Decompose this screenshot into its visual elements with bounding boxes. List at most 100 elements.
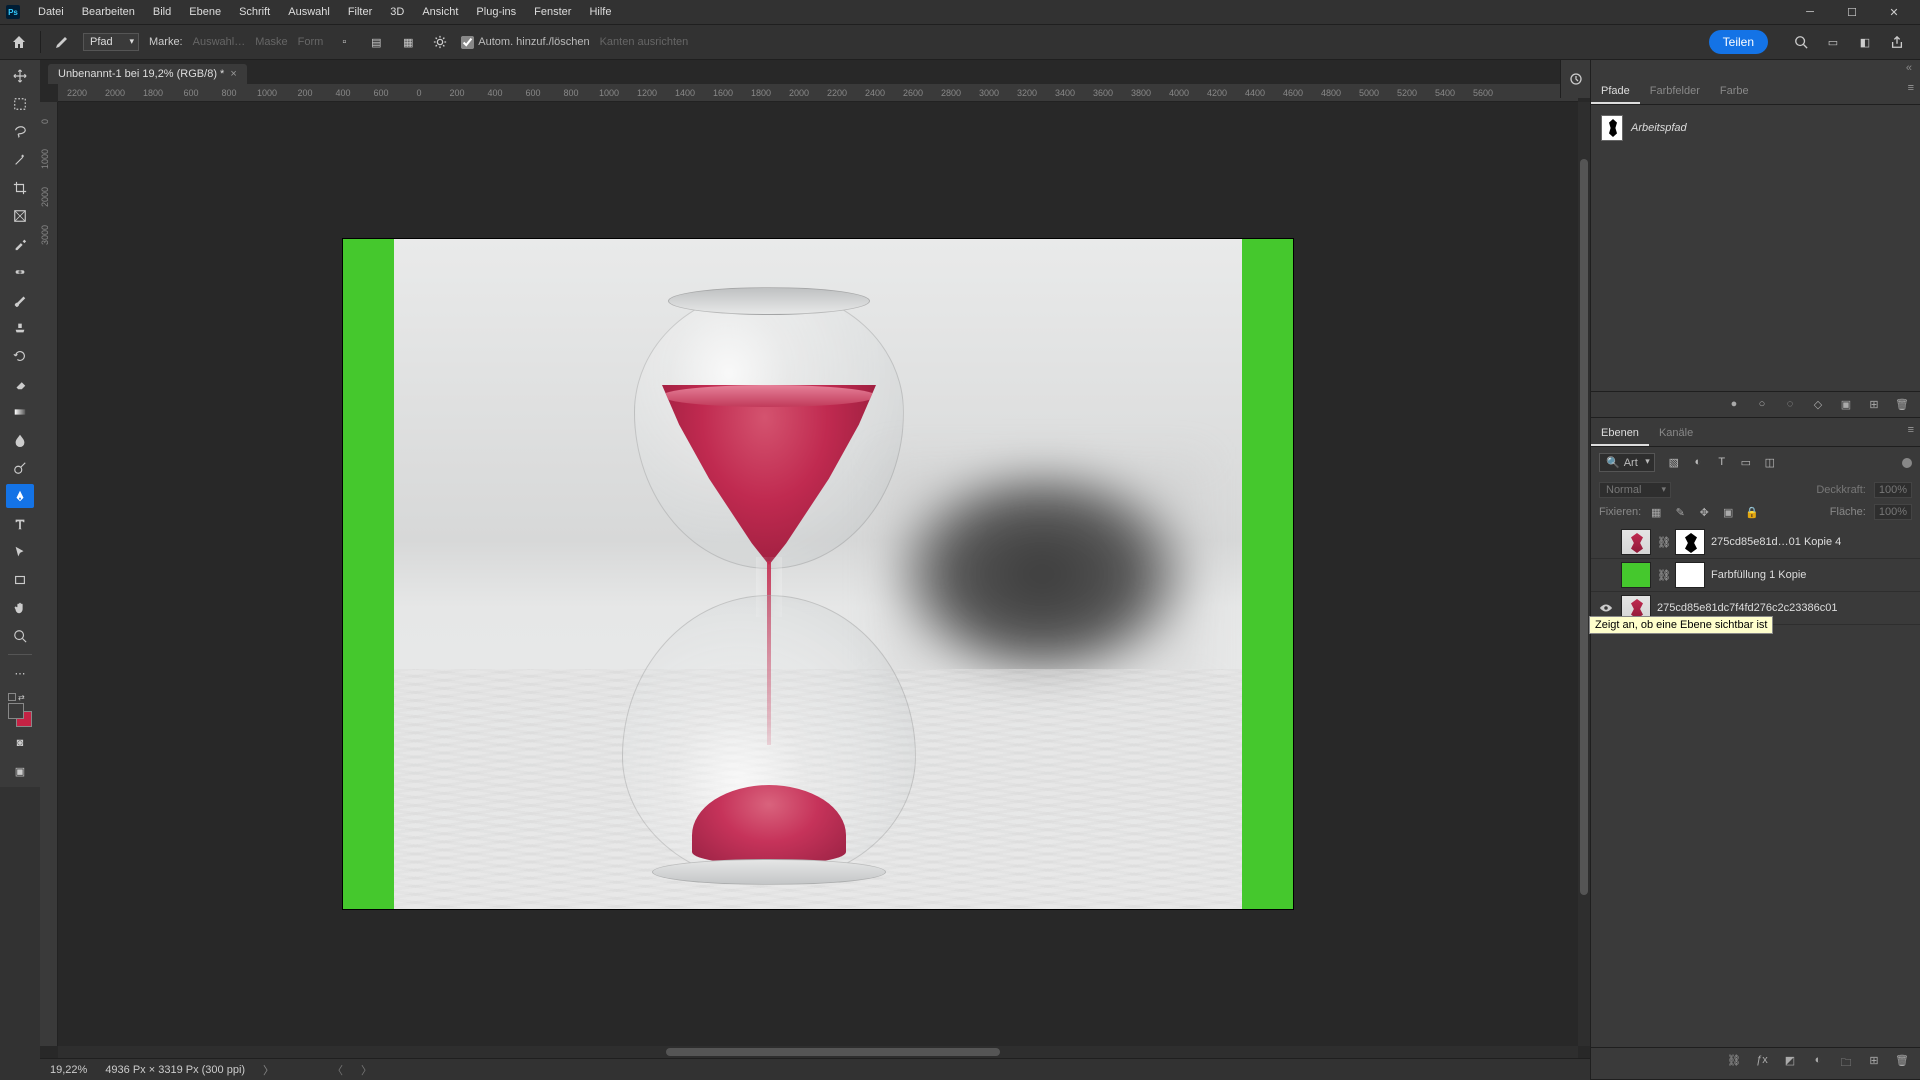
move-tool[interactable] [6,64,34,88]
layer-style-icon[interactable]: ƒx [1754,1054,1770,1073]
fill-path-icon[interactable]: ● [1726,398,1742,411]
layer-row[interactable]: 275cd85e81dc7f4fd276c2c23386c01 Zeigt an… [1591,592,1920,625]
scrollbar-thumb[interactable] [1580,159,1588,895]
layer-name[interactable]: 275cd85e81dc7f4fd276c2c23386c01 [1657,602,1837,614]
new-path-icon[interactable]: ⊞ [1866,398,1882,411]
add-mask-icon[interactable]: ◩ [1782,1054,1798,1073]
export-icon[interactable] [1888,33,1906,51]
panel-menu-icon[interactable]: ≡ [1908,424,1914,436]
document-dimensions[interactable]: 4936 Px × 3319 Px (300 ppi) [105,1064,245,1076]
menu-filter[interactable]: Filter [340,2,380,22]
path-arrangement-icon[interactable]: ▦ [397,31,419,53]
lock-all-icon[interactable]: 🔒 [1745,506,1759,519]
path-item[interactable]: Arbeitspfad [1599,111,1912,145]
layer-name[interactable]: Farbfüllung 1 Kopie [1711,569,1806,581]
foreground-color-swatch[interactable] [8,703,24,719]
layer-row[interactable]: ⛓ Farbfüllung 1 Kopie [1591,559,1920,592]
pen-tool-preset-icon[interactable] [51,31,73,53]
minimize-button[interactable]: ─ [1790,0,1830,24]
type-tool[interactable] [6,512,34,536]
layer-mask-thumbnail[interactable] [1675,529,1705,555]
menu-view[interactable]: Ansicht [414,2,466,22]
screen-mode-icon[interactable]: ▣ [6,759,34,783]
fill-value[interactable]: 100% [1874,504,1912,520]
dodge-tool[interactable] [6,456,34,480]
brush-tool[interactable] [6,288,34,312]
healing-brush-tool[interactable] [6,260,34,284]
marquee-tool[interactable] [6,92,34,116]
menu-select[interactable]: Auswahl [280,2,338,22]
menu-help[interactable]: Hilfe [581,2,619,22]
default-colors-icon[interactable] [8,693,16,701]
panel-menu-icon[interactable]: ≡ [1908,82,1914,94]
scrollbar-thumb[interactable] [666,1048,1000,1056]
share-button[interactable]: Teilen [1709,30,1768,54]
workspace-icon[interactable]: ▭ [1824,33,1842,51]
status-nav-right-icon[interactable]: 〉 [361,1062,372,1078]
zoom-tool[interactable] [6,624,34,648]
auto-add-delete-checkbox[interactable]: Autom. hinzuf./löschen [461,36,589,49]
menu-file[interactable]: Datei [30,2,72,22]
make-selection-button[interactable]: Auswahl… [193,36,246,48]
lock-transparency-icon[interactable]: ▦ [1649,506,1663,519]
hand-tool[interactable] [6,596,34,620]
layer-link-icon[interactable]: ⛓ [1657,569,1669,582]
tab-swatches[interactable]: Farbfelder [1640,80,1710,104]
tool-mode-dropdown[interactable]: Pfad [83,33,139,51]
lock-pixels-icon[interactable]: ✎ [1673,506,1687,519]
blur-tool[interactable] [6,428,34,452]
eraser-tool[interactable] [6,372,34,396]
tab-color[interactable]: Farbe [1710,80,1759,104]
blend-mode-dropdown[interactable]: Normal [1599,482,1671,498]
menu-type[interactable]: Schrift [231,2,278,22]
link-layers-icon[interactable]: ⛓ [1726,1054,1742,1073]
search-icon[interactable] [1792,33,1810,51]
selection-to-path-icon[interactable]: ◇ [1810,398,1826,411]
collapse-panels-icon[interactable]: « [1591,60,1920,76]
layer-visibility-toggle[interactable] [1597,533,1615,551]
menu-layer[interactable]: Ebene [181,2,229,22]
layer-row[interactable]: ⛓ 275cd85e81d…01 Kopie 4 [1591,526,1920,559]
path-selection-tool[interactable] [6,540,34,564]
frame-tool[interactable] [6,204,34,228]
filter-smart-icon[interactable]: ◫ [1763,456,1777,469]
lasso-tool[interactable] [6,120,34,144]
layer-filter-dropdown[interactable]: 🔍 Art [1599,453,1655,472]
status-nav-left-icon[interactable]: 〈 [332,1062,343,1078]
layer-thumbnail[interactable] [1621,529,1651,555]
filter-shape-icon[interactable]: ▭ [1739,456,1753,469]
arrange-icon[interactable]: ◧ [1856,33,1874,51]
color-swatches[interactable]: ⇄ [8,693,32,727]
gear-icon[interactable] [429,31,451,53]
layer-visibility-toggle[interactable] [1597,566,1615,584]
document-tab[interactable]: Unbenannt-1 bei 19,2% (RGB/8) * × [48,64,247,84]
close-button[interactable]: ✕ [1874,0,1914,24]
auto-add-delete-input[interactable] [461,36,474,49]
vertical-scrollbar[interactable] [1578,102,1590,1046]
delete-layer-icon[interactable]: 🗑 [1894,1054,1910,1073]
maximize-button[interactable]: ☐ [1832,0,1872,24]
delete-path-icon[interactable]: 🗑 [1894,398,1910,411]
menu-3d[interactable]: 3D [382,2,412,22]
new-layer-icon[interactable]: ⊞ [1866,1054,1882,1073]
canvas[interactable] [58,102,1578,1046]
gradient-tool[interactable] [6,400,34,424]
layer-thumbnail[interactable] [1621,562,1651,588]
quick-mask-icon[interactable]: ◙ [6,731,34,755]
layer-mask-thumbnail[interactable] [1675,562,1705,588]
layer-link-icon[interactable]: ⛓ [1657,536,1669,549]
edit-toolbar-icon[interactable]: ⋯ [6,661,34,685]
tab-layers[interactable]: Ebenen [1591,422,1649,446]
filter-toggle[interactable] [1902,458,1912,468]
filter-adjustment-icon[interactable]: ◐ [1691,456,1705,469]
collapsed-panel-icon[interactable] [1560,60,1590,98]
zoom-level[interactable]: 19,22% [50,1064,87,1076]
filter-type-icon[interactable]: T [1715,456,1729,469]
crop-tool[interactable] [6,176,34,200]
pen-tool[interactable] [6,484,34,508]
lock-artboard-icon[interactable]: ▣ [1721,506,1735,519]
status-flyout-icon[interactable]: 〉 [263,1062,274,1078]
lock-position-icon[interactable]: ✥ [1697,506,1711,519]
path-operations-icon[interactable]: ▫ [333,31,355,53]
filter-pixel-icon[interactable]: ▧ [1667,456,1681,469]
